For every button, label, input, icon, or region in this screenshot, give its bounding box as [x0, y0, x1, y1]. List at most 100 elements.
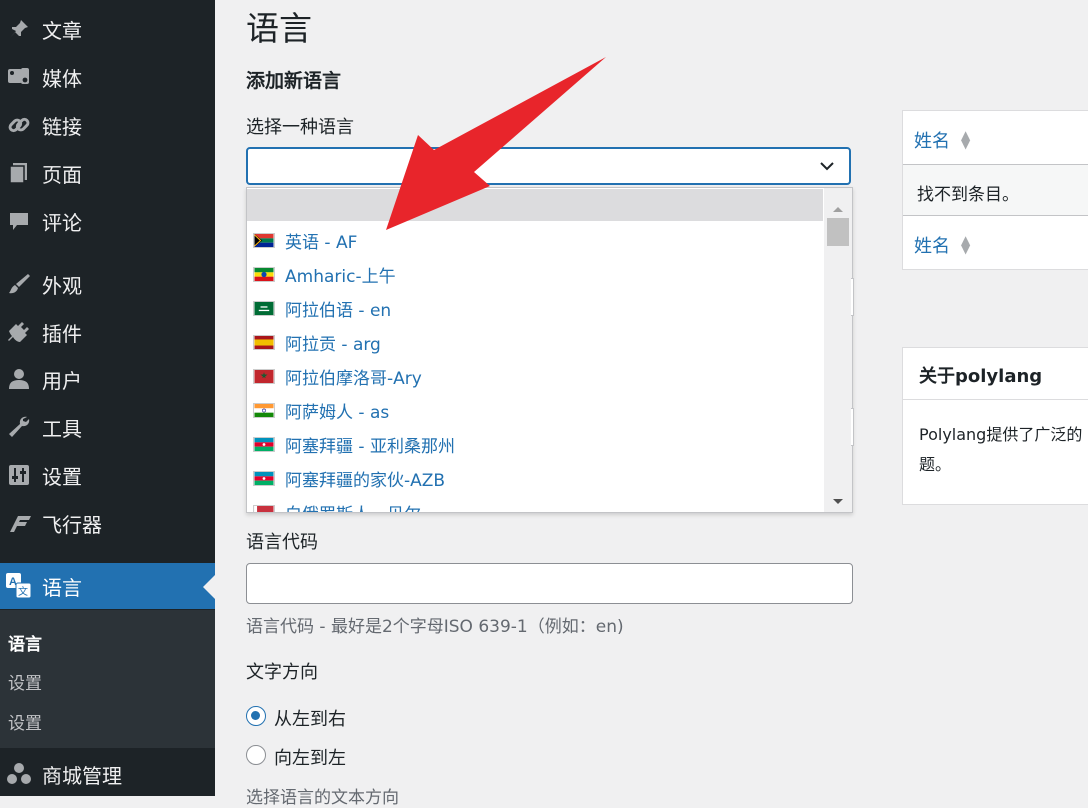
media-icon: [4, 63, 34, 91]
dropdown-option[interactable]: 阿塞拜疆的家伙-AZB: [247, 461, 823, 495]
plugin-icon: [4, 318, 34, 346]
dropdown-scrollbar[interactable]: [824, 188, 852, 512]
language-dropdown-list[interactable]: 英语 - AF Amharic-上午 阿拉伯语 - en 阿拉贡 - arg 阿…: [246, 187, 853, 513]
dropdown-option-label: 阿拉伯语 - en: [285, 300, 392, 321]
translate-icon: A文: [4, 572, 34, 600]
dropdown-option[interactable]: Amharic-上午: [247, 257, 823, 291]
menu-item-label: 商城管理: [42, 763, 122, 788]
menu-item-store[interactable]: 商城管理: [0, 752, 215, 796]
link-icon: [4, 111, 34, 139]
language-code-input[interactable]: [246, 563, 853, 604]
dropdown-option[interactable]: 阿拉伯语 - en: [247, 291, 823, 325]
submenu-item-settings[interactable]: 设置: [8, 669, 42, 694]
sort-icon[interactable]: ▲ ▼: [961, 129, 970, 150]
menu-item-label: 文章: [42, 18, 82, 43]
dropdown-option[interactable]: 阿萨姆人 - as: [247, 393, 823, 427]
direction-rtl-radio[interactable]: [246, 745, 266, 765]
menu-item-users[interactable]: 用户: [0, 357, 215, 401]
menu-item-label: 工具: [42, 416, 82, 441]
menu-item-pages[interactable]: 页面: [0, 151, 215, 195]
hidden-field-edge: [851, 408, 854, 446]
south-africa-flag-icon: [253, 232, 275, 248]
dropdown-option-label: 阿萨姆人 - as: [285, 402, 390, 423]
menu-item-plugins[interactable]: 插件: [0, 310, 215, 354]
admin-sidebar: 文章 媒体 链接 页面 评论 外观 插件 用户 工具 设置 飞行器 A 文 语言…: [0, 0, 215, 796]
dropdown-option-label: 白俄罗斯人 - 贝尔: [285, 500, 421, 513]
languages-table: 姓名 ▲ ▼ 找不到条目。 姓名 ▲ ▼: [902, 110, 1088, 270]
morocco-flag-icon: [253, 368, 275, 384]
menu-item-settings[interactable]: 设置: [0, 453, 215, 497]
azerbaijan-flag-icon: [253, 436, 275, 452]
sort-icon[interactable]: ▲ ▼: [961, 234, 970, 255]
menu-item-label: 用户: [42, 368, 82, 393]
menu-item-tools[interactable]: 工具: [0, 405, 215, 449]
dropdown-option[interactable]: 英语 - AF: [247, 223, 823, 257]
dropdown-option-label: Amharic-上午: [285, 266, 396, 287]
dropdown-option-label: 阿塞拜疆的家伙-AZB: [285, 470, 446, 491]
language-code-label: 语言代码: [246, 532, 318, 553]
menu-item-flyer[interactable]: 飞行器: [0, 501, 215, 545]
section-title: 添加新语言: [246, 70, 342, 92]
about-body-line2: 题。: [919, 455, 952, 474]
column-name-footer[interactable]: 姓名: [914, 232, 950, 258]
menu-item-languages[interactable]: A文 语言: [0, 563, 215, 609]
about-title: 关于polylang: [919, 366, 1043, 387]
scroll-down-icon[interactable]: [832, 491, 844, 510]
direction-ltr-label[interactable]: 从左到右: [274, 705, 346, 731]
hidden-field-edge: [851, 278, 854, 316]
menu-item-posts[interactable]: 文章: [0, 7, 215, 51]
store-icon: [4, 760, 34, 788]
direction-rtl-label[interactable]: 向左到左: [274, 744, 346, 770]
submenu-item-languages[interactable]: 语言: [8, 630, 42, 655]
menu-item-label: 外观: [42, 273, 82, 298]
submenu-item-settings-2[interactable]: 设置: [8, 709, 42, 734]
india-flag-icon: [253, 402, 275, 418]
menu-item-label: 语言: [42, 575, 82, 600]
menu-item-links[interactable]: 链接: [0, 103, 215, 147]
dropdown-option-label: 阿拉伯摩洛哥-Ary: [285, 368, 422, 389]
menu-item-appearance[interactable]: 外观: [0, 262, 215, 306]
languages-submenu: 语言 设置 设置: [0, 610, 215, 748]
menu-item-label: 链接: [42, 114, 82, 139]
menu-item-label: 飞行器: [42, 512, 102, 537]
menu-item-label: 页面: [42, 162, 82, 187]
table-empty-message: 找不到条目。: [917, 185, 1019, 205]
scroll-thumb[interactable]: [827, 218, 849, 246]
dropdown-option[interactable]: 白俄罗斯人 - 贝尔: [247, 495, 823, 513]
menu-item-media[interactable]: 媒体: [0, 55, 215, 99]
dropdown-option[interactable]: 阿塞拜疆 - 亚利桑那州: [247, 427, 823, 461]
belarus-flag-icon: [253, 504, 275, 512]
menu-item-comments[interactable]: 评论: [0, 199, 215, 243]
comment-icon: [4, 207, 34, 235]
flyer-icon: [4, 509, 34, 537]
menu-item-label: 评论: [42, 210, 82, 235]
page-icon: [4, 159, 34, 187]
active-indicator: [203, 575, 215, 599]
azerbaijan-flag-icon: [253, 470, 275, 486]
chevron-down-icon: [819, 158, 835, 178]
page-title: 语言: [246, 9, 312, 48]
direction-ltr-radio[interactable]: [246, 706, 266, 726]
menu-item-label: 媒体: [42, 66, 82, 91]
about-body-line1: Polylang提供了广泛的: [919, 425, 1083, 444]
saudi-arabia-flag-icon: [253, 300, 275, 316]
dropdown-option-blank[interactable]: [247, 189, 823, 221]
wrench-icon: [4, 413, 34, 441]
user-icon: [4, 365, 34, 393]
dropdown-option[interactable]: 阿拉伯摩洛哥-Ary: [247, 359, 823, 393]
ethiopia-flag-icon: [253, 266, 275, 282]
svg-text:文: 文: [18, 585, 28, 598]
settings-icon: [4, 461, 34, 489]
text-direction-label: 文字方向: [246, 662, 318, 683]
language-select[interactable]: [246, 147, 851, 185]
column-name-header[interactable]: 姓名: [914, 127, 950, 153]
choose-language-label: 选择一种语言: [246, 117, 354, 138]
spain-flag-icon: [253, 334, 275, 350]
pin-icon: [4, 15, 34, 43]
dropdown-option[interactable]: 阿拉贡 - arg: [247, 325, 823, 359]
scroll-up-icon[interactable]: [832, 198, 844, 217]
language-code-hint: 语言代码 - 最好是2个字母ISO 639-1（例如：en): [246, 617, 624, 637]
dropdown-option-label: 阿塞拜疆 - 亚利桑那州: [285, 436, 455, 457]
menu-item-label: 插件: [42, 321, 82, 346]
menu-item-label: 设置: [42, 464, 82, 489]
